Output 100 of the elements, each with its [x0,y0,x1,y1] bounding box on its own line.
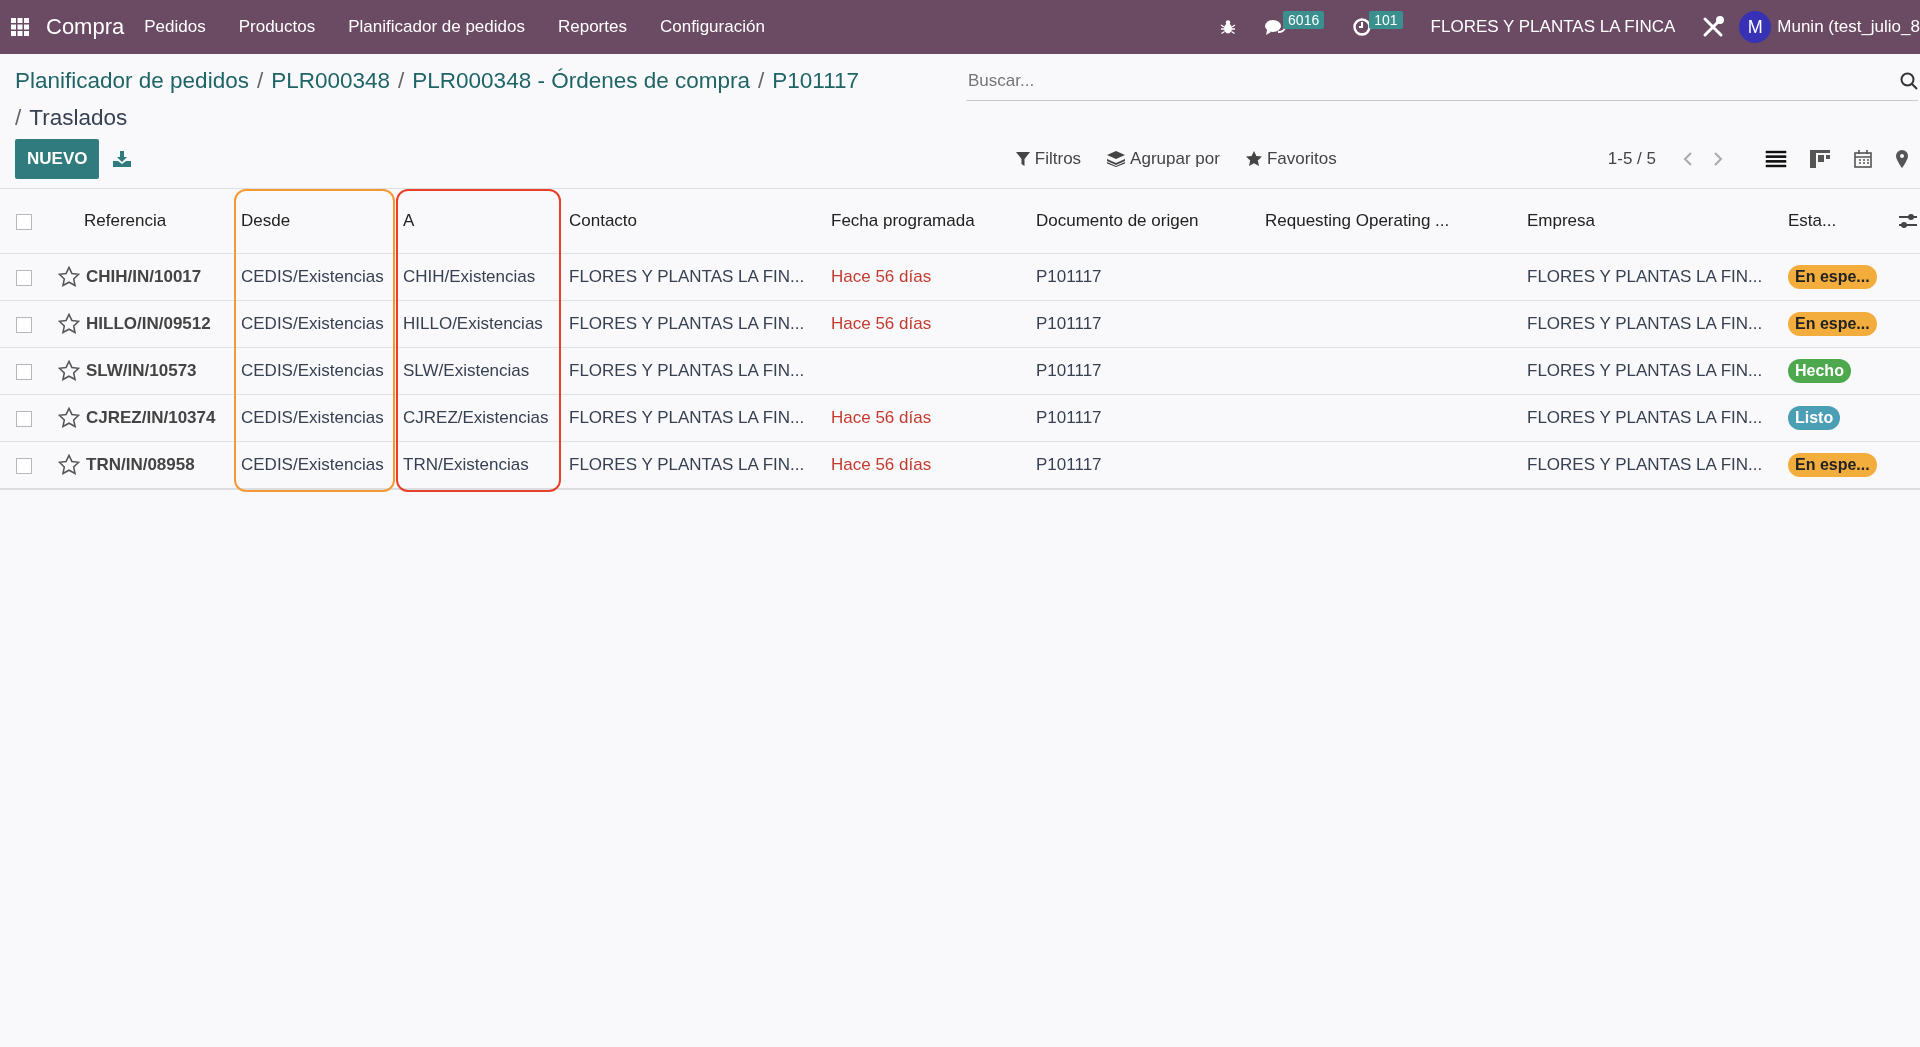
table-cell: FLORES Y PLANTAS LA FIN... [569,314,805,333]
search-field[interactable]: Buscar... [966,70,1900,92]
table-cell: CEDIS/Existencias [241,455,384,474]
column-settings-icon[interactable] [1899,213,1917,229]
table-cell: CEDIS/Existencias [241,408,384,427]
star-icon[interactable] [58,266,80,288]
search-icon[interactable] [1900,72,1918,90]
breadcrumb-link[interactable]: P101117 [772,68,860,93]
table-cell: FLORES Y PLANTAS LA FIN... [1527,455,1763,474]
clock-icon[interactable] [1352,17,1373,37]
table-cell: FLORES Y PLANTAS LA FIN... [569,408,805,427]
breadcrumb-current: Traslados [29,105,128,130]
table-cell: CEDIS/Existencias [241,361,384,380]
breadcrumb-link[interactable]: Planificador de pedidos [15,68,249,93]
row-checkbox[interactable] [16,269,32,286]
star-icon[interactable] [58,454,80,476]
table-cell: TRN/Existencias [403,455,529,474]
table-cell: P101117 [1036,314,1102,333]
table-cell: P101117 [1036,267,1102,286]
company-switcher[interactable]: FLORES Y PLANTAS LA FINCA [1430,17,1676,37]
filter-menu-button[interactable]: Favoritos [1245,149,1337,169]
reference-text: TRN/IN/08958 [86,455,195,475]
status-badge: En espe... [1788,453,1877,477]
calendar-view-icon[interactable] [1854,150,1872,168]
row-checkbox[interactable] [16,410,32,427]
table-cell: CEDIS/Existencias [241,267,384,286]
status-badge: En espe... [1788,265,1877,289]
table-cell: Hace 56 días [831,455,932,474]
menu-item[interactable]: Pedidos [144,17,206,37]
table-cell: CHIH/Existencias [403,267,536,286]
download-icon[interactable] [113,151,132,167]
table-cell: CJREZ/Existencias [403,408,549,427]
table-cell: FLORES Y PLANTAS LA FIN... [1527,314,1763,333]
status-badge: Hecho [1788,359,1851,383]
reference-text: CJREZ/IN/10374 [86,408,216,428]
breadcrumb-separator: / [15,105,22,130]
row-checkbox[interactable] [16,457,32,474]
filter-menu-button[interactable]: Filtros [1015,149,1082,169]
bug-icon[interactable] [1220,19,1237,35]
column-header[interactable]: Fecha programada [831,211,975,230]
column-header[interactable]: Documento de origen [1036,211,1199,230]
status-badge: En espe... [1788,312,1877,336]
breadcrumb-link[interactable]: PLR000348 - Órdenes de compra [412,68,750,93]
user-name[interactable]: Munin (test_julio_8 [1777,17,1920,37]
menu-item[interactable]: Reportes [557,17,627,37]
table-cell: P101117 [1036,455,1102,474]
table-cell: FLORES Y PLANTAS LA FIN... [569,267,805,286]
chat-icon[interactable] [1264,18,1287,36]
tools-icon[interactable] [1701,15,1726,39]
column-header[interactable]: A [403,211,415,230]
column-header[interactable]: Contacto [569,211,638,230]
table-cell: FLORES Y PLANTAS LA FIN... [1527,267,1763,286]
table-cell: P101117 [1036,408,1102,427]
row-checkbox[interactable] [16,316,32,333]
breadcrumb-link[interactable]: PLR000348 [271,68,391,93]
table-cell: FLORES Y PLANTAS LA FIN... [569,361,805,380]
kanban-view-icon[interactable] [1810,150,1830,168]
row-checkbox[interactable] [16,363,32,380]
table-cell: P101117 [1036,361,1102,380]
message-count-badge: 6016 [1283,11,1325,29]
reference-text: CHIH/IN/10017 [86,267,202,287]
table-cell: Hace 56 días [831,267,932,286]
select-all-checkbox[interactable] [16,213,32,230]
table-cell: FLORES Y PLANTAS LA FIN... [1527,408,1763,427]
column-header[interactable]: Requesting Operating ... [1265,211,1450,230]
menu-item[interactable]: Productos [238,17,316,37]
activity-count-badge: 101 [1369,11,1403,29]
table-cell: HILLO/Existencias [403,314,543,333]
column-header[interactable]: Empresa [1527,211,1596,230]
breadcrumb-separator: / [256,68,264,93]
column-header[interactable]: Desde [241,211,291,230]
pager-value: 1-5 / 5 [1607,149,1656,169]
star-icon [1245,151,1262,167]
user-avatar[interactable]: M [1739,11,1772,43]
table-cell: FLORES Y PLANTAS LA FIN... [569,455,805,474]
app-name[interactable]: Compra [46,14,125,40]
star-icon[interactable] [58,407,80,429]
status-badge: Listo [1788,406,1841,430]
list-view-icon[interactable] [1765,150,1787,168]
star-icon[interactable] [58,360,80,382]
table-cell: Hace 56 días [831,314,932,333]
breadcrumb-separator: / [758,68,765,93]
table-cell: CEDIS/Existencias [241,314,384,333]
filter-icon [1015,152,1030,166]
column-header[interactable]: Referencia [84,211,167,230]
reference-text: HILLO/IN/09512 [86,314,211,334]
layers-icon [1107,151,1126,167]
star-icon[interactable] [58,313,80,335]
column-header[interactable]: Esta... [1788,211,1837,230]
menu-item[interactable]: Planificador de pedidos [348,17,525,37]
menu-item[interactable]: Configuración [659,17,765,37]
filter-menu-button[interactable]: Agrupar por [1107,149,1220,169]
table-cell: Hace 56 días [831,408,932,427]
new-button[interactable]: NUEVO [15,139,100,179]
apps-menu-icon[interactable] [10,17,30,37]
table-cell: FLORES Y PLANTAS LA FIN... [1527,361,1763,380]
map-view-icon[interactable] [1896,150,1908,168]
breadcrumb-separator: / [398,68,405,93]
table-cell: SLW/Existencias [403,361,530,380]
reference-text: SLW/IN/10573 [86,361,197,381]
